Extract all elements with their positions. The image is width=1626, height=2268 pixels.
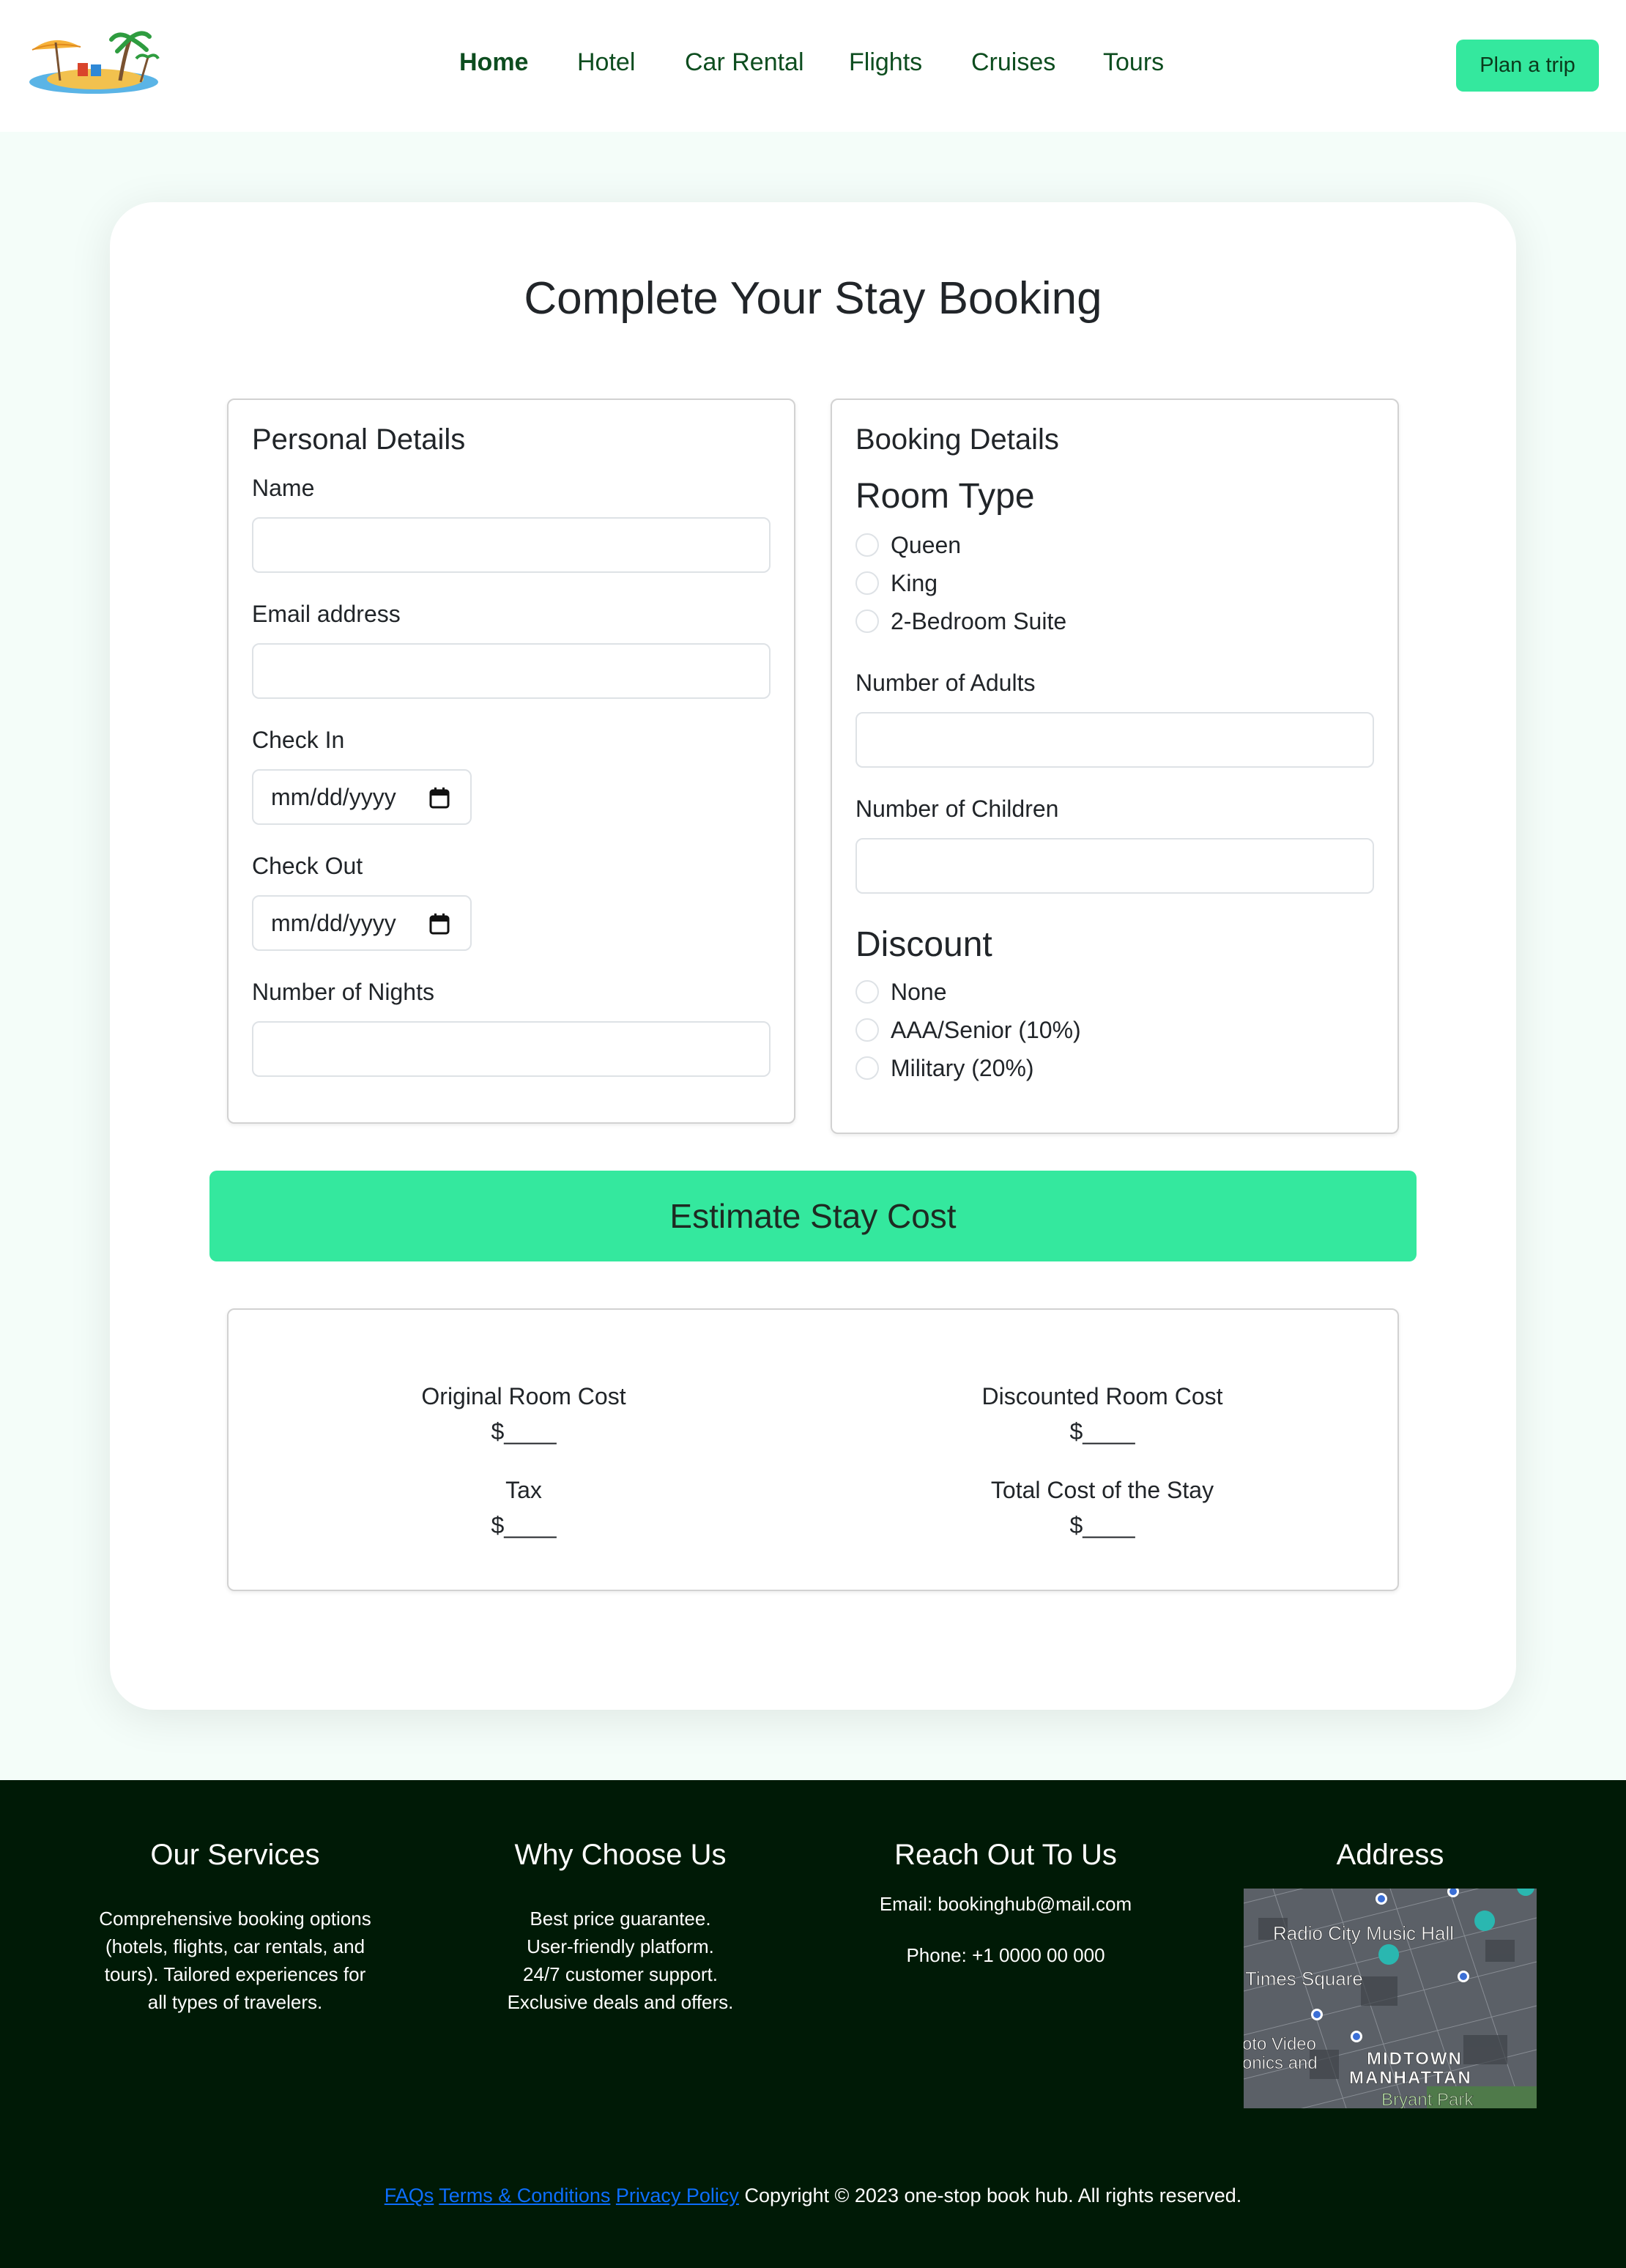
- nav-tours[interactable]: Tours: [1103, 48, 1164, 77]
- discount-aaa-label[interactable]: AAA/Senior (10%): [891, 1017, 1081, 1044]
- calendar-icon[interactable]: [429, 913, 450, 935]
- nights-label: Number of Nights: [252, 979, 434, 1005]
- page-title: Complete Your Stay Booking: [524, 273, 1102, 324]
- nav-car-rental[interactable]: Car Rental: [685, 48, 804, 77]
- total-cost-label: Total Cost of the Stay: [990, 1477, 1214, 1503]
- nights-input[interactable]: [252, 1021, 771, 1077]
- room-type-suite-radio[interactable]: [855, 609, 879, 633]
- email-input[interactable]: [252, 643, 771, 699]
- room-type-king-label[interactable]: King: [891, 570, 938, 597]
- map-label: oto Video: [1244, 2034, 1316, 2054]
- why-line: Best price guarantee.: [530, 1908, 711, 1930]
- discounted-cost-value: $____: [1069, 1418, 1135, 1445]
- name-input[interactable]: [252, 517, 771, 573]
- discount-none-label[interactable]: None: [891, 979, 947, 1006]
- check-in-placeholder: mm/dd/yyyy: [271, 784, 396, 810]
- privacy-link[interactable]: Privacy Policy: [616, 2184, 739, 2206]
- copyright-text: Copyright © 2023 one-stop book hub. All …: [744, 2184, 1242, 2206]
- results-panel: [227, 1308, 1399, 1591]
- booking-details-heading: Booking Details: [855, 423, 1059, 456]
- check-out-placeholder: mm/dd/yyyy: [271, 910, 396, 936]
- check-out-date-input[interactable]: mm/dd/yyyy: [252, 895, 472, 951]
- map-label: Radio City Music Hall: [1273, 1922, 1454, 1944]
- discounted-cost-label: Discounted Room Cost: [981, 1383, 1223, 1409]
- discount-military-radio[interactable]: [855, 1056, 879, 1080]
- calendar-icon[interactable]: [429, 787, 450, 809]
- address-map[interactable]: Radio City Music Hall Times Square oto V…: [1244, 1889, 1537, 2108]
- terms-link[interactable]: Terms & Conditions: [439, 2184, 610, 2206]
- children-label: Number of Children: [855, 796, 1059, 822]
- total-cost-value: $____: [1069, 1512, 1135, 1538]
- discount-heading: Discount: [855, 925, 992, 964]
- services-heading: Our Services: [150, 1839, 320, 1871]
- nav-home[interactable]: Home: [459, 48, 528, 77]
- why-line: 24/7 customer support.: [523, 1963, 718, 1985]
- room-type-queen-radio[interactable]: [855, 533, 879, 557]
- plan-a-trip-button[interactable]: Plan a trip: [1456, 40, 1599, 92]
- map-label: Times Square: [1245, 1968, 1363, 1990]
- why-text: Best price guarantee. User-friendly plat…: [459, 1905, 782, 2016]
- check-in-date-input[interactable]: mm/dd/yyyy: [252, 769, 472, 825]
- services-text: Comprehensive booking options (hotels, f…: [74, 1905, 396, 2016]
- email-label: Email address: [252, 601, 401, 627]
- why-line: Exclusive deals and offers.: [507, 1991, 734, 2013]
- adults-input[interactable]: [855, 712, 1374, 768]
- services-line: (hotels, flights, car rentals, and: [105, 1935, 365, 1957]
- room-type-suite-label[interactable]: 2-Bedroom Suite: [891, 608, 1066, 635]
- personal-details-heading: Personal Details: [252, 423, 466, 456]
- personal-details-panel: [227, 399, 795, 1124]
- main-nav: Home Hotel Car Rental Flights Cruises To…: [0, 48, 1626, 85]
- email-text: Email: bookinghub@mail.com: [879, 1893, 1132, 1915]
- room-type-heading: Room Type: [855, 477, 1035, 516]
- services-line: Comprehensive booking options: [99, 1908, 371, 1930]
- services-line: all types of travelers.: [147, 1991, 323, 2013]
- reach-heading: Reach Out To Us: [894, 1839, 1117, 1871]
- check-out-label: Check Out: [252, 853, 363, 879]
- faqs-link[interactable]: FAQs: [385, 2184, 434, 2206]
- discount-none-radio[interactable]: [855, 980, 879, 1004]
- map-label: MIDTOWN: [1367, 2049, 1463, 2069]
- estimate-stay-cost-button[interactable]: Estimate Stay Cost: [209, 1171, 1417, 1261]
- map-label: onics and: [1244, 2053, 1318, 2073]
- map-label: MANHATTAN: [1349, 2068, 1472, 2088]
- tax-label: Tax: [505, 1477, 542, 1503]
- original-cost-label: Original Room Cost: [421, 1383, 626, 1409]
- phone-text: Phone: +1 0000 00 000: [906, 1944, 1105, 1966]
- tax-value: $____: [491, 1512, 557, 1538]
- services-line: tours). Tailored experiences for: [104, 1963, 366, 1985]
- why-line: User-friendly platform.: [527, 1935, 714, 1957]
- room-type-queen-label[interactable]: Queen: [891, 532, 961, 559]
- nav-flights[interactable]: Flights: [849, 48, 922, 77]
- footer-bottom-line: FAQs Terms & Conditions Privacy Policy C…: [0, 2184, 1626, 2207]
- original-cost-value: $____: [491, 1418, 557, 1445]
- navbar: Home Hotel Car Rental Flights Cruises To…: [0, 0, 1626, 132]
- discount-military-label[interactable]: Military (20%): [891, 1055, 1034, 1082]
- name-label: Name: [252, 475, 315, 501]
- nav-hotel[interactable]: Hotel: [577, 48, 635, 77]
- map-label: Bryant Park: [1381, 2090, 1474, 2108]
- discount-aaa-radio[interactable]: [855, 1018, 879, 1042]
- check-in-label: Check In: [252, 727, 345, 753]
- adults-label: Number of Adults: [855, 670, 1036, 696]
- room-type-king-radio[interactable]: [855, 571, 879, 595]
- children-input[interactable]: [855, 838, 1374, 894]
- why-heading: Why Choose Us: [514, 1839, 727, 1871]
- nav-cruises[interactable]: Cruises: [971, 48, 1055, 77]
- address-heading: Address: [1336, 1839, 1444, 1871]
